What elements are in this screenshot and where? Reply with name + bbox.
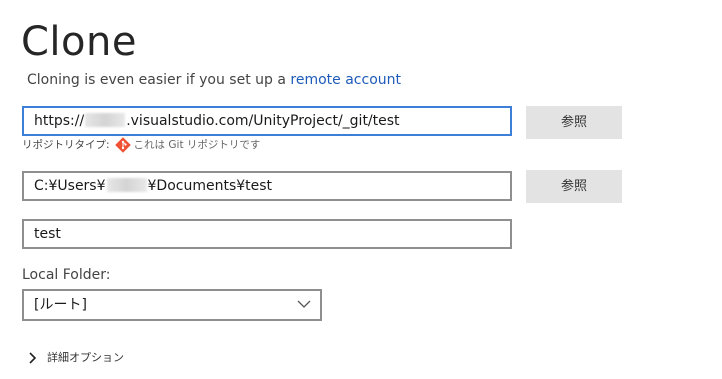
local-path-suffix: ¥Documents¥test	[147, 178, 273, 194]
subtitle-text: Cloning is even easier if you set up a	[27, 72, 291, 88]
local-path-input[interactable]: C:¥Users¥ ¥Documents¥test	[22, 171, 512, 201]
repo-type-value: これは Git リポジトリです	[133, 139, 261, 151]
chevron-down-icon	[297, 300, 311, 308]
browse-repo-button[interactable]: 参照	[526, 106, 622, 139]
repo-url-prefix: https://	[34, 113, 85, 129]
redacted-text	[85, 113, 126, 127]
name-input[interactable]: test	[22, 219, 512, 249]
chevron-right-icon	[29, 352, 37, 364]
repo-url-input[interactable]: https:// .visualstudio.com/UnityProject/_…	[22, 106, 512, 136]
page-subtitle: Cloning is even easier if you set up a r…	[27, 70, 401, 90]
repo-type-info: リポジトリタイプ: これは Git リポジトリです	[22, 137, 260, 153]
advanced-options-label: 詳細オプション	[47, 351, 124, 364]
git-icon	[114, 137, 131, 153]
advanced-options-toggle[interactable]: 詳細オプション	[27, 349, 124, 367]
repo-type-label: リポジトリタイプ:	[22, 139, 110, 151]
repo-url-suffix: .visualstudio.com/UnityProject/_git/test	[126, 113, 400, 129]
local-folder-select[interactable]: [ルート]	[22, 289, 322, 321]
page-title: Clone	[21, 19, 137, 65]
redacted-text	[106, 178, 147, 192]
name-value: test	[34, 226, 61, 242]
local-path-prefix: C:¥Users¥	[34, 178, 106, 194]
remote-account-link[interactable]: remote account	[290, 72, 401, 88]
browse-path-button[interactable]: 参照	[526, 170, 622, 203]
local-folder-selected: [ルート]	[34, 297, 87, 313]
local-folder-label: Local Folder:	[22, 267, 111, 283]
